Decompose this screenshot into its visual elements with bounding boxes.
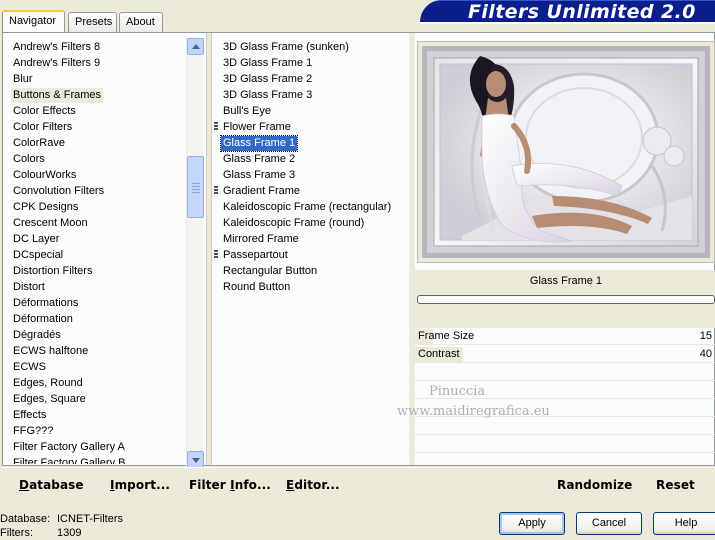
category-item[interactable]: Blur bbox=[13, 72, 33, 87]
filter-item[interactable]: Passepartout bbox=[221, 248, 290, 263]
filter-item[interactable]: Mirrored Frame bbox=[221, 232, 301, 247]
preview-frame bbox=[417, 41, 715, 263]
filter-info-button[interactable]: Filter Info... bbox=[189, 478, 271, 492]
category-item[interactable]: Buttons & Frames bbox=[11, 88, 104, 103]
editor-button[interactable]: Editor... bbox=[286, 478, 340, 492]
category-item[interactable]: Effects bbox=[13, 408, 46, 423]
filter-item[interactable]: Glass Frame 1 bbox=[219, 135, 299, 152]
category-item[interactable]: Color Filters bbox=[13, 120, 72, 135]
progress-bar bbox=[417, 295, 715, 304]
filter-item[interactable]: Flower Frame bbox=[221, 120, 293, 135]
param-row-empty bbox=[415, 418, 715, 435]
group-marker-icon bbox=[214, 122, 218, 132]
status-filters-label: Filters: bbox=[0, 527, 33, 539]
panel-splitter[interactable] bbox=[206, 33, 212, 465]
category-item[interactable]: Distortion Filters bbox=[13, 264, 92, 279]
param-row-empty bbox=[415, 364, 715, 381]
category-item[interactable]: ColourWorks bbox=[13, 168, 76, 183]
param-value: 15 bbox=[699, 330, 712, 342]
category-item[interactable]: Filter Factory Gallery B bbox=[13, 456, 125, 464]
group-marker-icon bbox=[214, 250, 218, 260]
category-item[interactable]: Edges, Round bbox=[13, 376, 83, 391]
tab-about[interactable]: About bbox=[119, 12, 163, 32]
param-label: Contrast bbox=[418, 348, 460, 360]
randomize-button[interactable]: Randomize bbox=[557, 478, 632, 492]
app-title: Filters Unlimited 2.0 bbox=[468, 1, 696, 23]
status-info: Database: ICNET-Filters Filters: 1309 bbox=[0, 512, 123, 540]
filter-item[interactable]: Round Button bbox=[221, 280, 292, 295]
category-list[interactable]: Andrew's Filters 8 Andrew's Filters 9 Blur… bbox=[9, 38, 184, 464]
category-item[interactable]: Dégradés bbox=[13, 328, 61, 343]
filter-item[interactable]: 3D Glass Frame 2 bbox=[221, 72, 314, 87]
param-row-contrast[interactable]: Contrast 40 bbox=[415, 346, 715, 363]
param-label: Frame Size bbox=[418, 330, 475, 342]
grip-icon bbox=[192, 186, 200, 187]
import-button[interactable]: Import... bbox=[110, 478, 170, 492]
filter-item[interactable]: Rectangular Button bbox=[221, 264, 319, 279]
scroll-up-button[interactable] bbox=[187, 38, 204, 55]
scroll-thumb[interactable] bbox=[187, 156, 204, 218]
parameter-area: Frame Size 15 Contrast 40 Pinuccia www.m… bbox=[397, 328, 715, 465]
category-item[interactable]: Colors bbox=[13, 152, 45, 167]
category-item[interactable]: Déformations bbox=[13, 296, 78, 311]
category-scrollbar[interactable] bbox=[186, 38, 204, 468]
param-row-empty bbox=[415, 436, 715, 453]
status-database-value: ICNET-Filters bbox=[57, 513, 123, 525]
watermark-url: www.maidiregrafica.eu bbox=[397, 404, 550, 419]
category-item[interactable]: Color Effects bbox=[13, 104, 76, 119]
filter-item[interactable]: 3D Glass Frame 1 bbox=[221, 56, 314, 71]
group-marker-icon bbox=[214, 186, 218, 196]
grip-icon bbox=[192, 192, 200, 193]
category-item[interactable]: ECWS halftone bbox=[13, 344, 88, 359]
filter-list[interactable]: 3D Glass Frame (sunken) 3D Glass Frame 13… bbox=[213, 38, 409, 464]
filter-item[interactable]: Glass Frame 3 bbox=[221, 168, 297, 183]
category-item[interactable]: CPK Designs bbox=[13, 200, 78, 215]
category-item[interactable]: DC Layer bbox=[13, 232, 59, 247]
category-item[interactable]: ColorRave bbox=[13, 136, 65, 151]
status-filters-value: 1309 bbox=[57, 527, 82, 539]
filter-item[interactable]: 3D Glass Frame 3 bbox=[221, 88, 314, 103]
tab-navigator[interactable]: Navigator bbox=[2, 10, 65, 32]
category-item[interactable]: FFG??? bbox=[13, 424, 53, 439]
reset-button[interactable]: Reset bbox=[656, 478, 695, 492]
filter-item[interactable]: Gradient Frame bbox=[221, 184, 302, 199]
tab-presets[interactable]: Presets bbox=[68, 12, 117, 32]
category-item[interactable]: Déformation bbox=[13, 312, 73, 327]
category-item[interactable]: Convolution Filters bbox=[13, 184, 104, 199]
arrow-down-icon bbox=[192, 458, 200, 463]
grip-icon bbox=[192, 183, 200, 184]
filter-item[interactable]: 3D Glass Frame (sunken) bbox=[221, 40, 351, 55]
category-item[interactable]: Crescent Moon bbox=[13, 216, 88, 231]
category-item[interactable]: ECWS bbox=[13, 360, 46, 375]
param-row-frame-size[interactable]: Frame Size 15 bbox=[415, 328, 715, 345]
preview-image bbox=[422, 46, 710, 258]
category-item[interactable]: Andrew's Filters 8 bbox=[13, 40, 100, 55]
category-item[interactable]: Distort bbox=[13, 280, 45, 295]
arrow-up-icon bbox=[192, 44, 200, 49]
filter-item[interactable]: Bull's Eye bbox=[221, 104, 273, 119]
category-item[interactable]: DCspecial bbox=[13, 248, 63, 263]
database-button[interactable]: Database bbox=[19, 478, 84, 492]
filter-item[interactable]: Kaleidoscopic Frame (round) bbox=[221, 216, 366, 231]
category-item[interactable]: Edges, Square bbox=[13, 392, 86, 407]
grip-icon bbox=[192, 189, 200, 190]
filter-item[interactable]: Kaleidoscopic Frame (rectangular) bbox=[221, 200, 393, 215]
param-value: 40 bbox=[699, 348, 712, 360]
bottom-toolbar: Database Import... Filter Info... Editor… bbox=[2, 467, 715, 500]
watermark-name: Pinuccia bbox=[429, 384, 486, 399]
navigator-panel: Andrew's Filters 8 Andrew's Filters 9 Blur… bbox=[2, 32, 715, 468]
category-item[interactable]: Andrew's Filters 9 bbox=[13, 56, 100, 71]
status-database-label: Database: bbox=[0, 513, 51, 525]
filter-item[interactable]: Glass Frame 2 bbox=[221, 152, 297, 167]
scroll-down-button[interactable] bbox=[187, 451, 204, 468]
category-item[interactable]: Filter Factory Gallery A bbox=[13, 440, 125, 455]
selected-filter-title: Glass Frame 1 bbox=[529, 275, 603, 287]
